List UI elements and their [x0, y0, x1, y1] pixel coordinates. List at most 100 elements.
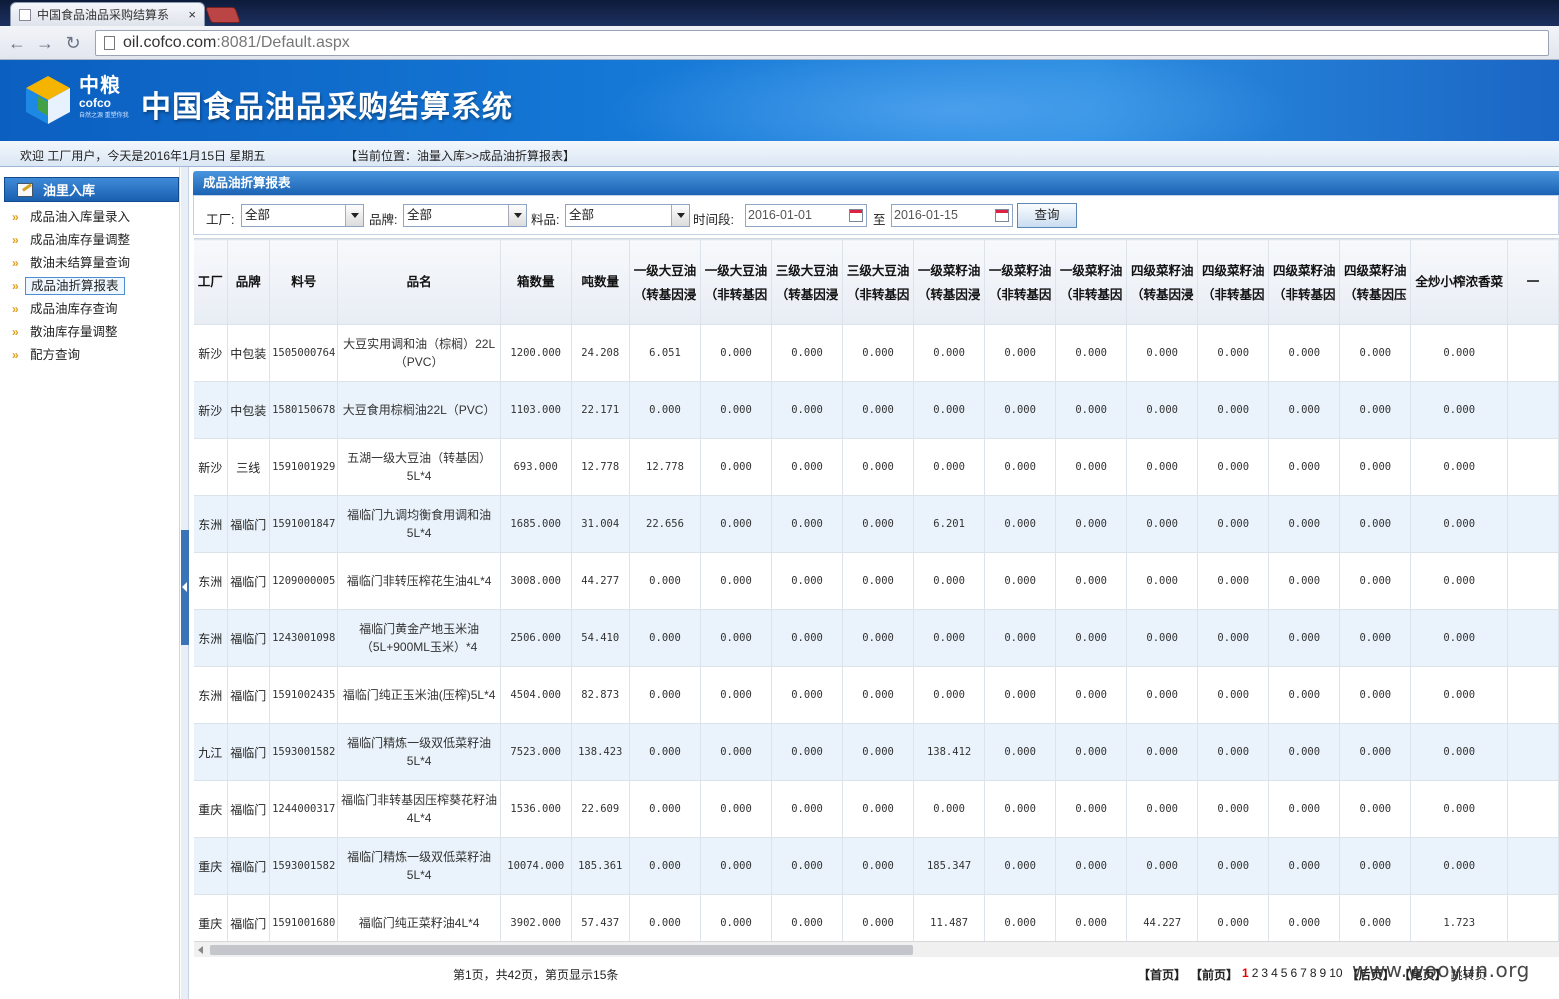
table-cell: 22.609 — [570, 780, 630, 838]
page-link[interactable]: 2 — [1252, 966, 1259, 983]
column-header: 一级菜籽油 （非转基因 — [984, 239, 1057, 325]
table-cell: 0.000 — [913, 780, 986, 838]
table-row[interactable]: 新沙 三线 1591001929 五湖一级大豆油（转基因）5L*4 693.000 12.… — [194, 438, 1559, 496]
material-label: 料品: — [531, 213, 560, 227]
table-cell: 0.000 — [984, 894, 1057, 941]
table-cell — [1507, 324, 1559, 382]
brand-select[interactable]: 全部 — [403, 204, 527, 227]
query-button[interactable]: 查询 — [1017, 203, 1077, 228]
page-link[interactable]: 7 — [1300, 966, 1307, 983]
column-header-label: 一级菜籽油 — [988, 264, 1052, 278]
table-cell: 0.000 — [1126, 780, 1199, 838]
new-tab-button[interactable] — [205, 7, 241, 23]
column-header-label: 一级大豆油 — [633, 264, 697, 278]
table-cell: 新沙 — [194, 381, 228, 439]
to-label: 至 — [873, 213, 886, 227]
table-cell: 0.000 — [771, 438, 844, 496]
table-cell: 0.000 — [1339, 552, 1412, 610]
page-link[interactable]: 10 — [1329, 966, 1342, 983]
column-header-sublabel: （非转基因 — [1059, 288, 1123, 302]
sidebar-item-inbound-entry[interactable]: » 成品油入库量录入 — [10, 207, 130, 230]
table-cell: 福临门 — [226, 609, 271, 667]
sidebar-collapse-button[interactable] — [181, 530, 189, 645]
table-cell: 0.000 — [1197, 609, 1270, 667]
table-row[interactable]: 东洲 福临门 1243001098 福临门黄金产地玉米油（5L+900ML玉米）*4 2… — [194, 609, 1559, 667]
sidebar-item-stock-adjust[interactable]: » 成品油库存量调整 — [10, 230, 130, 253]
page-link[interactable]: 4 — [1271, 966, 1278, 983]
table-cell: 0.000 — [1410, 438, 1509, 496]
table-cell: 10074.000 — [499, 837, 572, 895]
first-page-link[interactable]: 【首页】 — [1138, 966, 1186, 983]
page-link[interactable]: 5 — [1281, 966, 1288, 983]
table-cell: 0.000 — [699, 552, 773, 610]
chevron-down-icon[interactable] — [345, 205, 363, 226]
table-cell: 0.000 — [1197, 381, 1270, 439]
page-link[interactable]: 1 — [1242, 966, 1249, 983]
browser-tab[interactable]: 中国食品油品采购结算系 × — [10, 2, 205, 26]
table-cell: 0.000 — [1126, 837, 1199, 895]
sidebar-item-bulk-stock-adjust[interactable]: » 散油库存量调整 — [10, 322, 130, 345]
sidebar-item-stock-query[interactable]: » 成品油库存查询 — [10, 299, 130, 322]
date-from-input[interactable]: 2016-01-01 — [745, 204, 867, 227]
address-bar[interactable]: oil.cofco.com:8081/Default.aspx — [95, 30, 1549, 56]
close-tab-icon[interactable]: × — [188, 7, 196, 22]
table-cell: 东洲 — [194, 609, 228, 667]
page-link[interactable]: 8 — [1310, 966, 1317, 983]
table-row[interactable]: 新沙 中包装 1505000764 大豆实用调和油（棕榈）22L（PVC） 1200.0… — [194, 324, 1559, 382]
browser-toolbar: ← → ↻ oil.cofco.com:8081/Default.aspx — [0, 26, 1559, 60]
table-row[interactable]: 东洲 福临门 1591002435 福临门纯正玉米油(压榨)5L*4 4504.000 8… — [194, 666, 1559, 724]
table-cell: 0.000 — [1410, 324, 1509, 382]
calendar-icon[interactable] — [849, 209, 863, 222]
column-header-sublabel: （非转基因 — [1201, 288, 1265, 302]
table-cell: 0.000 — [984, 552, 1057, 610]
table-cell: 0.000 — [1126, 609, 1199, 667]
table-cell — [1507, 381, 1559, 439]
table-row[interactable]: 东洲 福临门 1591001847 福临门九调均衡食用调和油5L*4 1685.000 3… — [194, 495, 1559, 553]
table-header-row: 工厂 品牌 料号 品名 箱数量 吨数量 一级大豆油 （转基因浸 一级大豆油 （非转基因 三级大豆油（… — [194, 239, 1559, 325]
sidebar-item-recipe-query[interactable]: » 配方查询 — [10, 345, 130, 368]
column-header-label: 一级大豆油 — [704, 264, 768, 278]
table-cell: 0.000 — [1268, 552, 1341, 610]
horizontal-scrollbar[interactable] — [194, 941, 1559, 957]
table-cell: 福临门纯正菜籽油4L*4 — [337, 894, 501, 941]
table-cell: 0.000 — [1339, 837, 1412, 895]
table-cell — [1507, 894, 1559, 941]
chevron-down-icon[interactable] — [508, 205, 526, 226]
sidebar-item-conversion-report[interactable]: » 成品油折算报表 — [10, 276, 130, 299]
page-link[interactable]: 9 — [1320, 966, 1327, 983]
table-cell: 0.000 — [1339, 495, 1412, 553]
table-row[interactable]: 重庆 福临门 1593001582 福临门精炼一级双低菜籽油5L*4 10074.000… — [194, 837, 1559, 895]
scrollbar-thumb[interactable] — [210, 945, 913, 955]
reload-icon[interactable]: ↻ — [62, 33, 84, 53]
table-cell: 0.000 — [1197, 837, 1270, 895]
table-cell: 大豆食用棕榈油22L（PVC） — [337, 381, 501, 439]
factory-select[interactable]: 全部 — [241, 204, 364, 227]
table-cell: 0.000 — [1055, 780, 1128, 838]
back-icon[interactable]: ← — [6, 33, 28, 53]
chevron-down-icon[interactable] — [671, 205, 689, 226]
page-link[interactable]: 6 — [1290, 966, 1297, 983]
column-header: 工厂 — [194, 239, 228, 325]
prev-page-link[interactable]: 【前页】 — [1190, 966, 1238, 983]
table-cell: 0.000 — [1197, 438, 1270, 496]
table-row[interactable]: 九江 福临门 1593001582 福临门精炼一级双低菜籽油5L*4 7523.000 1… — [194, 723, 1559, 781]
sidebar-header[interactable]: 油里入库 — [4, 177, 179, 202]
report-table-container[interactable]: 工厂 品牌 料号 品名 箱数量 吨数量 一级大豆油 （转基因浸 一级大豆油 （非转基因 三级大豆油（… — [194, 238, 1559, 941]
table-cell: 0.000 — [771, 324, 844, 382]
table-row[interactable]: 东洲 福临门 1209000005 福临门非转压榨花生油4L*4 3008.000 44.… — [194, 552, 1559, 610]
table-row[interactable]: 新沙 中包装 1580150678 大豆食用棕榈油22L（PVC） 1103.000 22… — [194, 381, 1559, 439]
sidebar-item-unsettled-query[interactable]: » 散油未结算量查询 — [10, 253, 130, 276]
edit-icon — [17, 183, 33, 197]
date-to-input[interactable]: 2016-01-15 — [891, 204, 1013, 227]
scroll-left-icon[interactable] — [198, 946, 203, 954]
material-select[interactable]: 全部 — [565, 204, 690, 227]
column-header-label: 四级菜籽油 — [1273, 264, 1336, 278]
table-row[interactable]: 重庆 福临门 1591001680 福临门纯正菜籽油4L*4 3902.000 57.43… — [194, 894, 1559, 941]
forward-icon[interactable]: → — [34, 33, 56, 53]
table-cell: 0.000 — [984, 324, 1057, 382]
table-cell: 185.361 — [570, 837, 630, 895]
table-row[interactable]: 重庆 福临门 1244000317 福临门非转基因压榨葵花籽油4L*4 1536.000… — [194, 780, 1559, 838]
page-link[interactable]: 3 — [1261, 966, 1268, 983]
calendar-icon[interactable] — [995, 209, 1009, 222]
column-header-sublabel: （非转基因 — [1273, 288, 1336, 302]
